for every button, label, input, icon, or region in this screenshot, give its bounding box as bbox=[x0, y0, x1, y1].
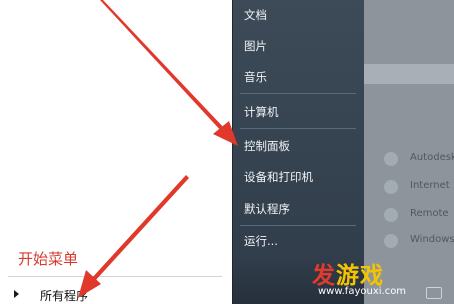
red-arrow-icon bbox=[100, 0, 238, 146]
screen-icon bbox=[426, 287, 442, 299]
watermark-url: www.fayouxi.com bbox=[318, 286, 407, 297]
screenshot-frame: Autodesk Internet Remote Windows 开始菜单 所有… bbox=[0, 0, 454, 304]
red-arrow-icon bbox=[78, 175, 189, 298]
watermark-logo: 发游戏 bbox=[312, 263, 384, 289]
annotation-arrows bbox=[78, 0, 238, 298]
